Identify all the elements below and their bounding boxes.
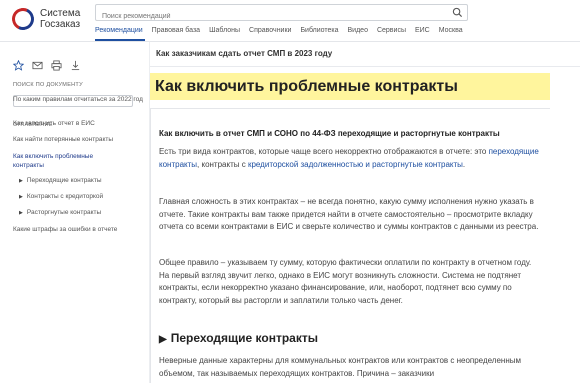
paragraph-4: Неверные данные характерны для коммуналь… — [159, 356, 522, 378]
page-title: Как включить проблемные контракты — [150, 73, 550, 100]
toc-item-lost-contracts[interactable]: Как найти потерянные контракты — [13, 135, 143, 144]
print-icon[interactable] — [51, 60, 62, 71]
toc-item-terminated[interactable]: Расторгнутые контракты — [13, 208, 143, 218]
logo-icon — [8, 4, 38, 34]
search-in-document-label: ПОИСК ПО ДОКУМЕНТУ — [13, 82, 83, 88]
nav-recommendations[interactable]: Рекомендации — [95, 27, 143, 34]
section-subtitle: Как включить в отчет СМП и СОНО по 44-ФЗ… — [159, 129, 500, 138]
paragraph-2: Главная сложность в этих контрактах – не… — [159, 197, 539, 231]
toc-item-creditor[interactable]: Контракты с кредиторкой — [13, 192, 143, 202]
search-input[interactable] — [96, 9, 436, 24]
paragraph-1-end: . — [462, 159, 466, 169]
toc-item-fill-report[interactable]: Как заполнить отчет в ЕИС — [13, 119, 143, 128]
toc-item-transitional[interactable]: Переходящие контракты — [13, 176, 143, 186]
page-breadcrumb[interactable]: Как заказчикам сдать отчет СМП в 2023 го… — [156, 49, 332, 58]
active-tab-indicator — [95, 39, 145, 41]
search-box — [95, 4, 468, 24]
nav-video[interactable]: Видео — [348, 27, 368, 34]
toc-item-rules-2022[interactable]: По каким правилам отчитаться за 2022 год — [13, 95, 143, 104]
nav-legal-base[interactable]: Правовая база — [152, 27, 200, 34]
logo-line-2: Госзаказ — [40, 19, 81, 30]
page: Система Госзаказ Рекомендации Правовая б… — [0, 0, 580, 383]
nav-reference[interactable]: Справочники — [249, 27, 291, 34]
download-icon[interactable] — [70, 60, 81, 71]
header: Система Госзаказ Рекомендации Правовая б… — [0, 0, 580, 42]
main-nav: Рекомендации Правовая база Шаблоны Справ… — [95, 27, 463, 34]
nav-eis[interactable]: ЕИС — [415, 27, 430, 34]
paragraph-1-mid: , контракты с — [197, 159, 248, 169]
mail-icon[interactable] — [32, 60, 43, 71]
paragraph-3: Общее правило – указываем ту сумму, кото… — [159, 258, 532, 305]
toc-item-fines[interactable]: Какие штрафы за ошибки в отчете — [13, 225, 143, 234]
search-icon[interactable] — [452, 7, 463, 18]
section-heading-transitional: Переходящие контракты — [159, 331, 318, 345]
star-icon[interactable] — [13, 60, 24, 71]
nav-moscow[interactable]: Москва — [439, 27, 463, 34]
logo-text: Система Госзаказ — [40, 8, 80, 30]
paragraph-1-text: Есть три вида контрактов, которые чаще в… — [159, 147, 489, 156]
logo[interactable]: Система Госзаказ — [8, 4, 80, 34]
divider — [150, 66, 580, 67]
paragraph-1: Есть три вида контрактов, которые чаще в… — [159, 146, 539, 171]
nav-services[interactable]: Сервисы — [377, 27, 406, 34]
document-tools — [13, 60, 81, 71]
link-creditor-contracts[interactable]: кредиторской задолженностью и расторгнут… — [248, 160, 463, 169]
nav-templates[interactable]: Шаблоны — [209, 27, 240, 34]
nav-library[interactable]: Библиотека — [300, 27, 338, 34]
toc-item-problem-contracts[interactable]: Как включить проблемные контракты — [13, 152, 123, 170]
logo-line-1: Система — [40, 8, 81, 19]
